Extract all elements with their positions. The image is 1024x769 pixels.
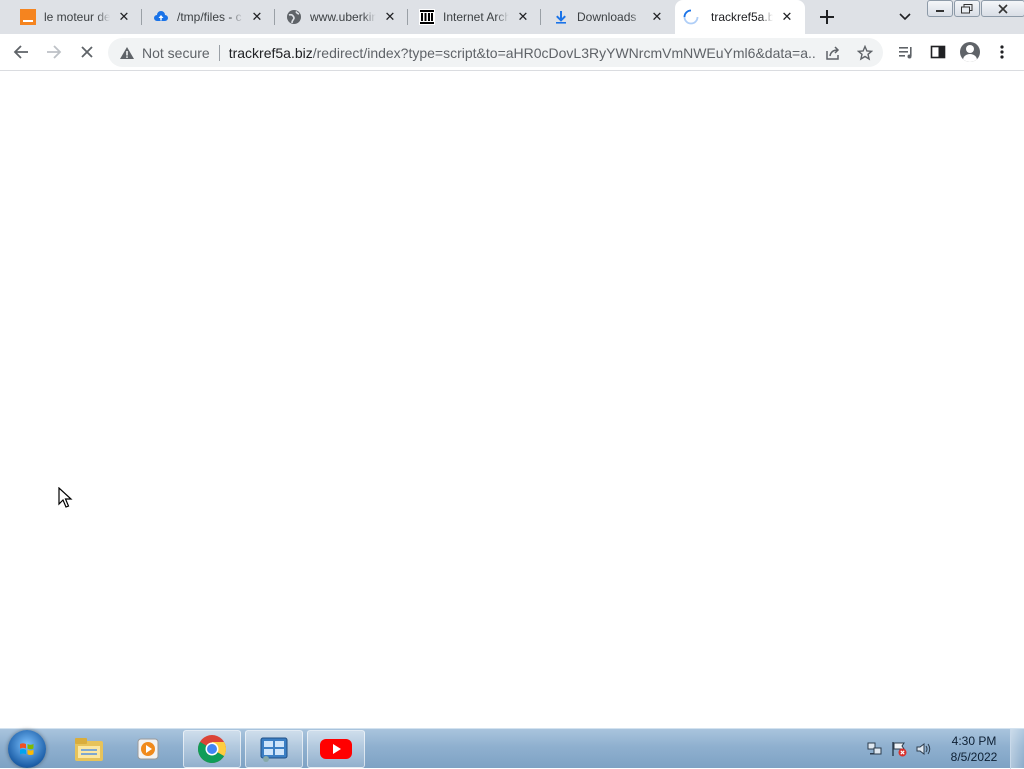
media-player-icon <box>137 738 159 760</box>
plus-icon <box>820 10 834 24</box>
windows-taskbar: 4:30 PM 8/5/2022 <box>0 728 1024 769</box>
tab-title: Downloads <box>577 10 637 24</box>
restore-button[interactable] <box>954 0 980 17</box>
taskbar-youtube[interactable] <box>307 730 365 768</box>
close-icon[interactable]: ✕ <box>249 9 265 25</box>
close-icon[interactable]: ✕ <box>382 9 398 25</box>
taskbar-windows-explorer[interactable] <box>60 730 118 768</box>
url-host: trackref5a.biz <box>228 44 313 61</box>
taskbar-chrome[interactable] <box>183 730 241 768</box>
tab-internet-archive[interactable]: Internet Arch ✕ <box>399 0 541 34</box>
profile-button[interactable] <box>958 40 982 64</box>
close-icon[interactable]: ✕ <box>116 9 132 25</box>
avatar-icon <box>960 42 980 62</box>
minimize-icon <box>936 9 944 12</box>
tab-uberkin[interactable]: www.uberkin ✕ <box>266 0 408 34</box>
tab-downloads[interactable]: Downloads ✕ <box>533 0 675 34</box>
window-close-button[interactable] <box>981 0 1024 17</box>
restore-icon <box>961 3 973 13</box>
side-panel-icon <box>930 45 946 59</box>
url-text[interactable]: trackref5a.biz/redirect/index?type=scrip… <box>229 45 815 61</box>
window-controls <box>927 0 1024 17</box>
action-center-flag-icon[interactable] <box>890 740 908 758</box>
page-viewport[interactable] <box>0 71 1024 728</box>
tab-title: le moteur de <box>44 10 110 24</box>
browser-window: le moteur de ✕ /tmp/files - c ✕ www.uber… <box>0 0 1024 728</box>
arrow-right-icon <box>47 45 62 59</box>
stop-x-icon <box>81 46 93 58</box>
warning-triangle-icon[interactable] <box>118 44 136 62</box>
tab-search-button[interactable] <box>893 6 917 28</box>
browser-toolbar: Not secure trackref5a.biz/redirect/index… <box>0 34 1024 71</box>
share-icon[interactable] <box>821 41 845 65</box>
media-controls-button[interactable] <box>894 40 918 64</box>
more-vertical-icon <box>1000 45 1004 59</box>
omnibox-actions <box>813 41 877 65</box>
chevron-down-icon <box>899 13 911 21</box>
windows-explorer-icon <box>75 738 103 761</box>
close-icon[interactable]: ✕ <box>515 9 531 25</box>
address-bar[interactable]: Not secure trackref5a.biz/redirect/index… <box>108 38 883 67</box>
orange-square-icon <box>20 9 36 25</box>
globe-icon <box>286 9 302 25</box>
taskbar-media-player[interactable] <box>120 730 178 768</box>
arrow-left-icon <box>13 45 28 59</box>
playlist-music-icon <box>899 47 912 59</box>
system-tray: 4:30 PM 8/5/2022 <box>866 729 1024 769</box>
tab-title: /tmp/files - c <box>177 10 242 24</box>
windows-logo-icon <box>20 743 34 756</box>
cloud-upload-icon <box>153 9 169 25</box>
close-icon <box>998 3 1008 14</box>
forward-button[interactable] <box>42 40 66 64</box>
start-button[interactable] <box>8 730 46 768</box>
tab-tmp-files[interactable]: /tmp/files - c ✕ <box>133 0 275 34</box>
clock-date: 8/5/2022 <box>950 750 998 764</box>
tab-title: www.uberkin <box>310 10 376 24</box>
tab-trackref5a-active[interactable]: trackref5a.biz ✕ <box>675 0 805 34</box>
chrome-icon <box>198 735 226 763</box>
close-icon[interactable]: ✕ <box>649 9 665 25</box>
omnibox-divider <box>218 44 220 61</box>
tab-title: trackref5a.biz <box>711 10 773 24</box>
close-icon[interactable]: ✕ <box>779 9 795 25</box>
tab-le-moteur[interactable]: le moteur de ✕ <box>0 0 142 34</box>
youtube-icon <box>320 739 352 759</box>
side-panel-button[interactable] <box>926 40 950 64</box>
network-icon[interactable] <box>866 740 884 758</box>
control-panel-icon <box>260 737 288 762</box>
stop-button[interactable] <box>75 40 99 64</box>
security-status-label[interactable]: Not secure <box>142 45 210 61</box>
menu-button[interactable] <box>990 40 1014 64</box>
tab-title: Internet Arch <box>443 10 509 24</box>
new-tab-button[interactable] <box>815 5 839 29</box>
clock-time: 4:30 PM <box>951 734 997 748</box>
url-path: /redirect/index?type=script&to=aHR0cDovL… <box>312 44 815 61</box>
loading-spinner-icon <box>683 9 699 25</box>
download-icon <box>553 9 569 25</box>
taskbar-control-panel[interactable] <box>245 730 303 768</box>
minimize-button[interactable] <box>927 0 953 17</box>
show-desktop-button[interactable] <box>1010 729 1024 769</box>
tab-strip: le moteur de ✕ /tmp/files - c ✕ www.uber… <box>0 0 1024 34</box>
mouse-cursor-icon <box>58 486 74 514</box>
bookmark-star-icon[interactable] <box>853 41 877 65</box>
volume-icon[interactable] <box>914 740 932 758</box>
internet-archive-icon <box>419 9 435 25</box>
back-button[interactable] <box>9 40 33 64</box>
system-clock[interactable]: 4:30 PM 8/5/2022 <box>938 733 1010 765</box>
